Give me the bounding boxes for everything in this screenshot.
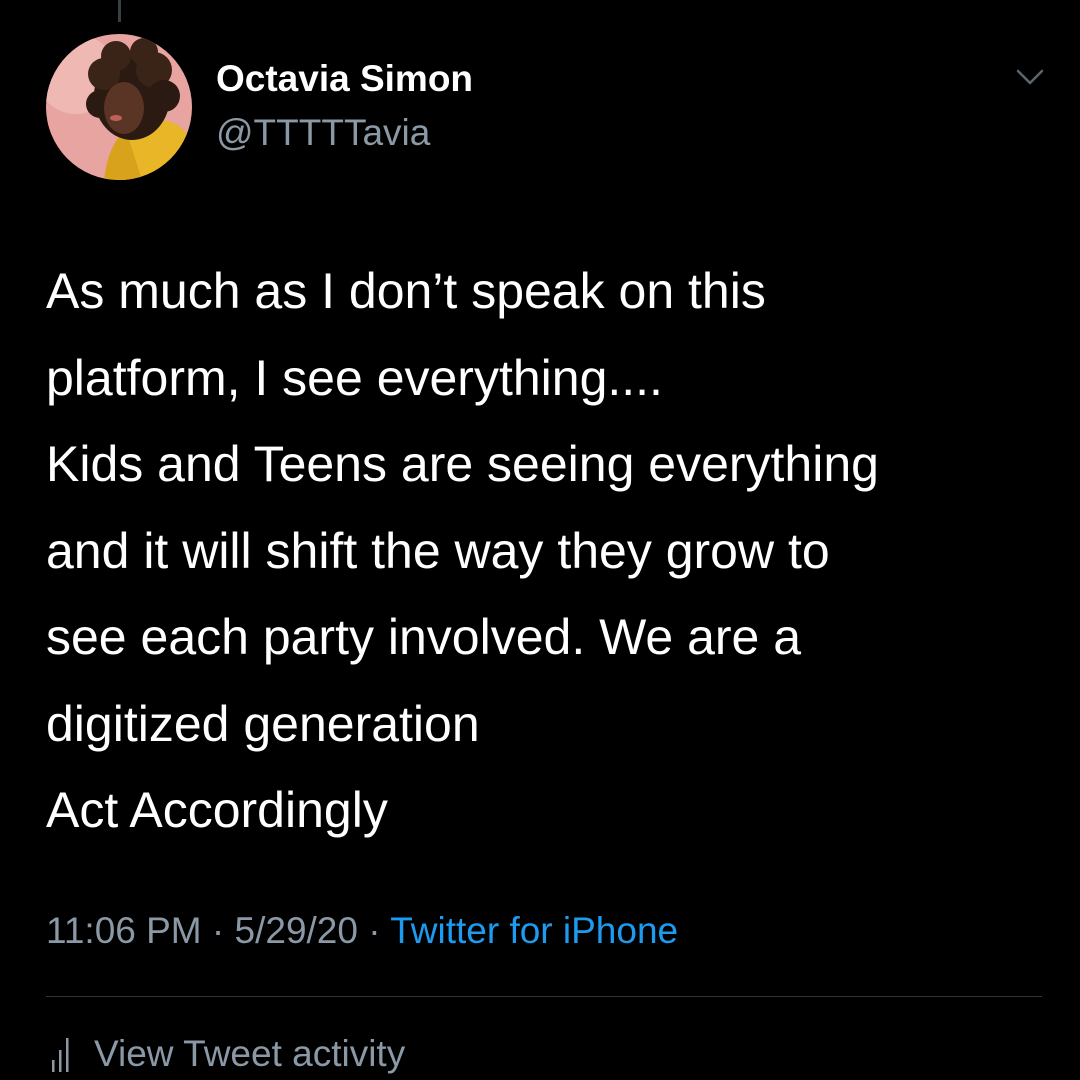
- chevron-down-icon: [1016, 69, 1044, 85]
- author-handle[interactable]: @TTTTTavia: [216, 112, 430, 154]
- tweet-text-line: see each party involved. We are a: [46, 609, 802, 665]
- tweet-text-line: platform, I see everything....: [46, 349, 663, 406]
- tweet-meta: 11:06 PM · 5/29/20 · Twitter for iPhone: [46, 910, 678, 952]
- view-tweet-activity-button[interactable]: View Tweet activity: [46, 1028, 405, 1080]
- avatar[interactable]: [46, 34, 192, 180]
- profile-photo: [46, 34, 192, 180]
- tweet-text: As much as I don’t speak on this platfor…: [46, 248, 1046, 854]
- divider: [46, 996, 1042, 997]
- tweet-text-line: and it will shift the way they grow to: [46, 522, 830, 579]
- tweet-text-line: As much as I don’t speak on this: [46, 263, 766, 319]
- view-tweet-activity-label: View Tweet activity: [94, 1033, 406, 1074]
- meta-separator: ·: [211, 910, 225, 951]
- tweet-menu-button[interactable]: [1012, 62, 1048, 92]
- author-display-name[interactable]: Octavia Simon: [216, 58, 473, 100]
- tweet-date[interactable]: 5/29/20: [235, 910, 358, 951]
- tweet-source-link[interactable]: Twitter for iPhone: [390, 910, 678, 951]
- bar-chart-icon: [52, 1038, 69, 1072]
- tweet-text-line: Kids and Teens are seeing everything: [46, 436, 879, 492]
- thread-connector-line: [118, 0, 121, 22]
- tweet-time[interactable]: 11:06 PM: [46, 910, 202, 951]
- tweet-text-line: Act Accordingly: [46, 782, 388, 838]
- tweet-text-line: digitized generation: [46, 695, 480, 752]
- meta-separator: ·: [368, 910, 381, 951]
